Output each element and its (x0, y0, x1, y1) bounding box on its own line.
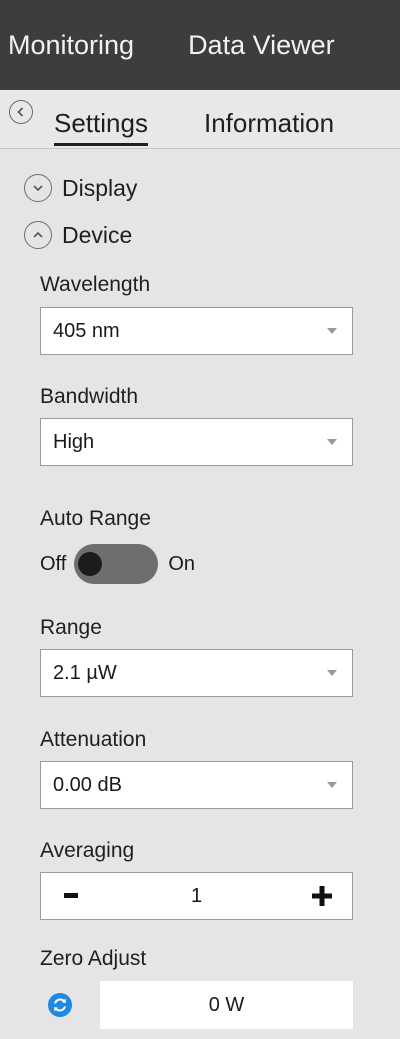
refresh-icon (48, 993, 72, 1017)
section-device-header[interactable]: Device (24, 221, 132, 249)
chevron-left-icon (17, 107, 24, 117)
wavelength-value: 405 nm (53, 319, 120, 342)
auto-range-toggle[interactable] (74, 544, 159, 584)
section-device-label: Device (62, 221, 133, 248)
section-display-header[interactable]: Display (24, 174, 137, 202)
wavelength-dropdown[interactable]: 405 nm (40, 307, 353, 355)
plus-icon (312, 886, 332, 906)
chevron-down-icon (24, 174, 52, 202)
auto-range-label: Auto Range (40, 507, 151, 530)
decrement-button[interactable] (41, 873, 101, 919)
range-dropdown[interactable]: 2.1 µW (40, 649, 353, 697)
caret-down-icon (312, 438, 352, 446)
range-value: 2.1 µW (53, 661, 117, 684)
zero-adjust-value: 0 W (100, 981, 353, 1029)
caret-down-icon (312, 669, 352, 677)
range-label: Range (40, 616, 102, 639)
top-tab-monitoring[interactable]: Monitoring (0, 30, 134, 61)
auto-range-off-label: Off (40, 552, 67, 575)
averaging-stepper: 1 (40, 872, 353, 920)
settings-panel: Display Device Wavelength 405 nm Bandwid… (0, 149, 400, 1039)
section-display-label: Display (62, 174, 138, 201)
bandwidth-label: Bandwidth (40, 385, 139, 408)
minus-icon (64, 893, 78, 898)
attenuation-label: Attenuation (40, 728, 147, 751)
averaging-value: 1 (190, 884, 203, 907)
tab-settings[interactable]: Settings (54, 108, 148, 146)
toggle-knob (78, 552, 103, 576)
attenuation-value: 0.00 dB (53, 773, 122, 796)
bandwidth-value: High (53, 430, 95, 453)
top-tab-data-viewer[interactable]: Data Viewer (180, 30, 335, 61)
caret-down-icon (312, 781, 352, 789)
wavelength-label: Wavelength (40, 273, 151, 296)
tab-information[interactable]: Information (204, 108, 334, 139)
auto-range-row: Off On (40, 544, 195, 584)
zero-adjust-row: 0 W (40, 981, 353, 1029)
zero-adjust-button[interactable] (40, 981, 80, 1029)
zero-adjust-label: Zero Adjust (40, 947, 147, 970)
back-button[interactable] (9, 100, 33, 124)
chevron-up-icon (24, 221, 52, 249)
app-window: Monitoring Data Viewer Settings Informat… (0, 0, 400, 1039)
bandwidth-dropdown[interactable]: High (40, 418, 353, 466)
attenuation-dropdown[interactable]: 0.00 dB (40, 761, 353, 809)
top-nav: Monitoring Data Viewer (0, 0, 400, 90)
increment-button[interactable] (292, 873, 352, 919)
averaging-label: Averaging (40, 839, 135, 862)
settings-tab-bar: Settings Information (0, 90, 400, 149)
caret-down-icon (312, 327, 352, 335)
auto-range-on-label: On (168, 552, 195, 575)
